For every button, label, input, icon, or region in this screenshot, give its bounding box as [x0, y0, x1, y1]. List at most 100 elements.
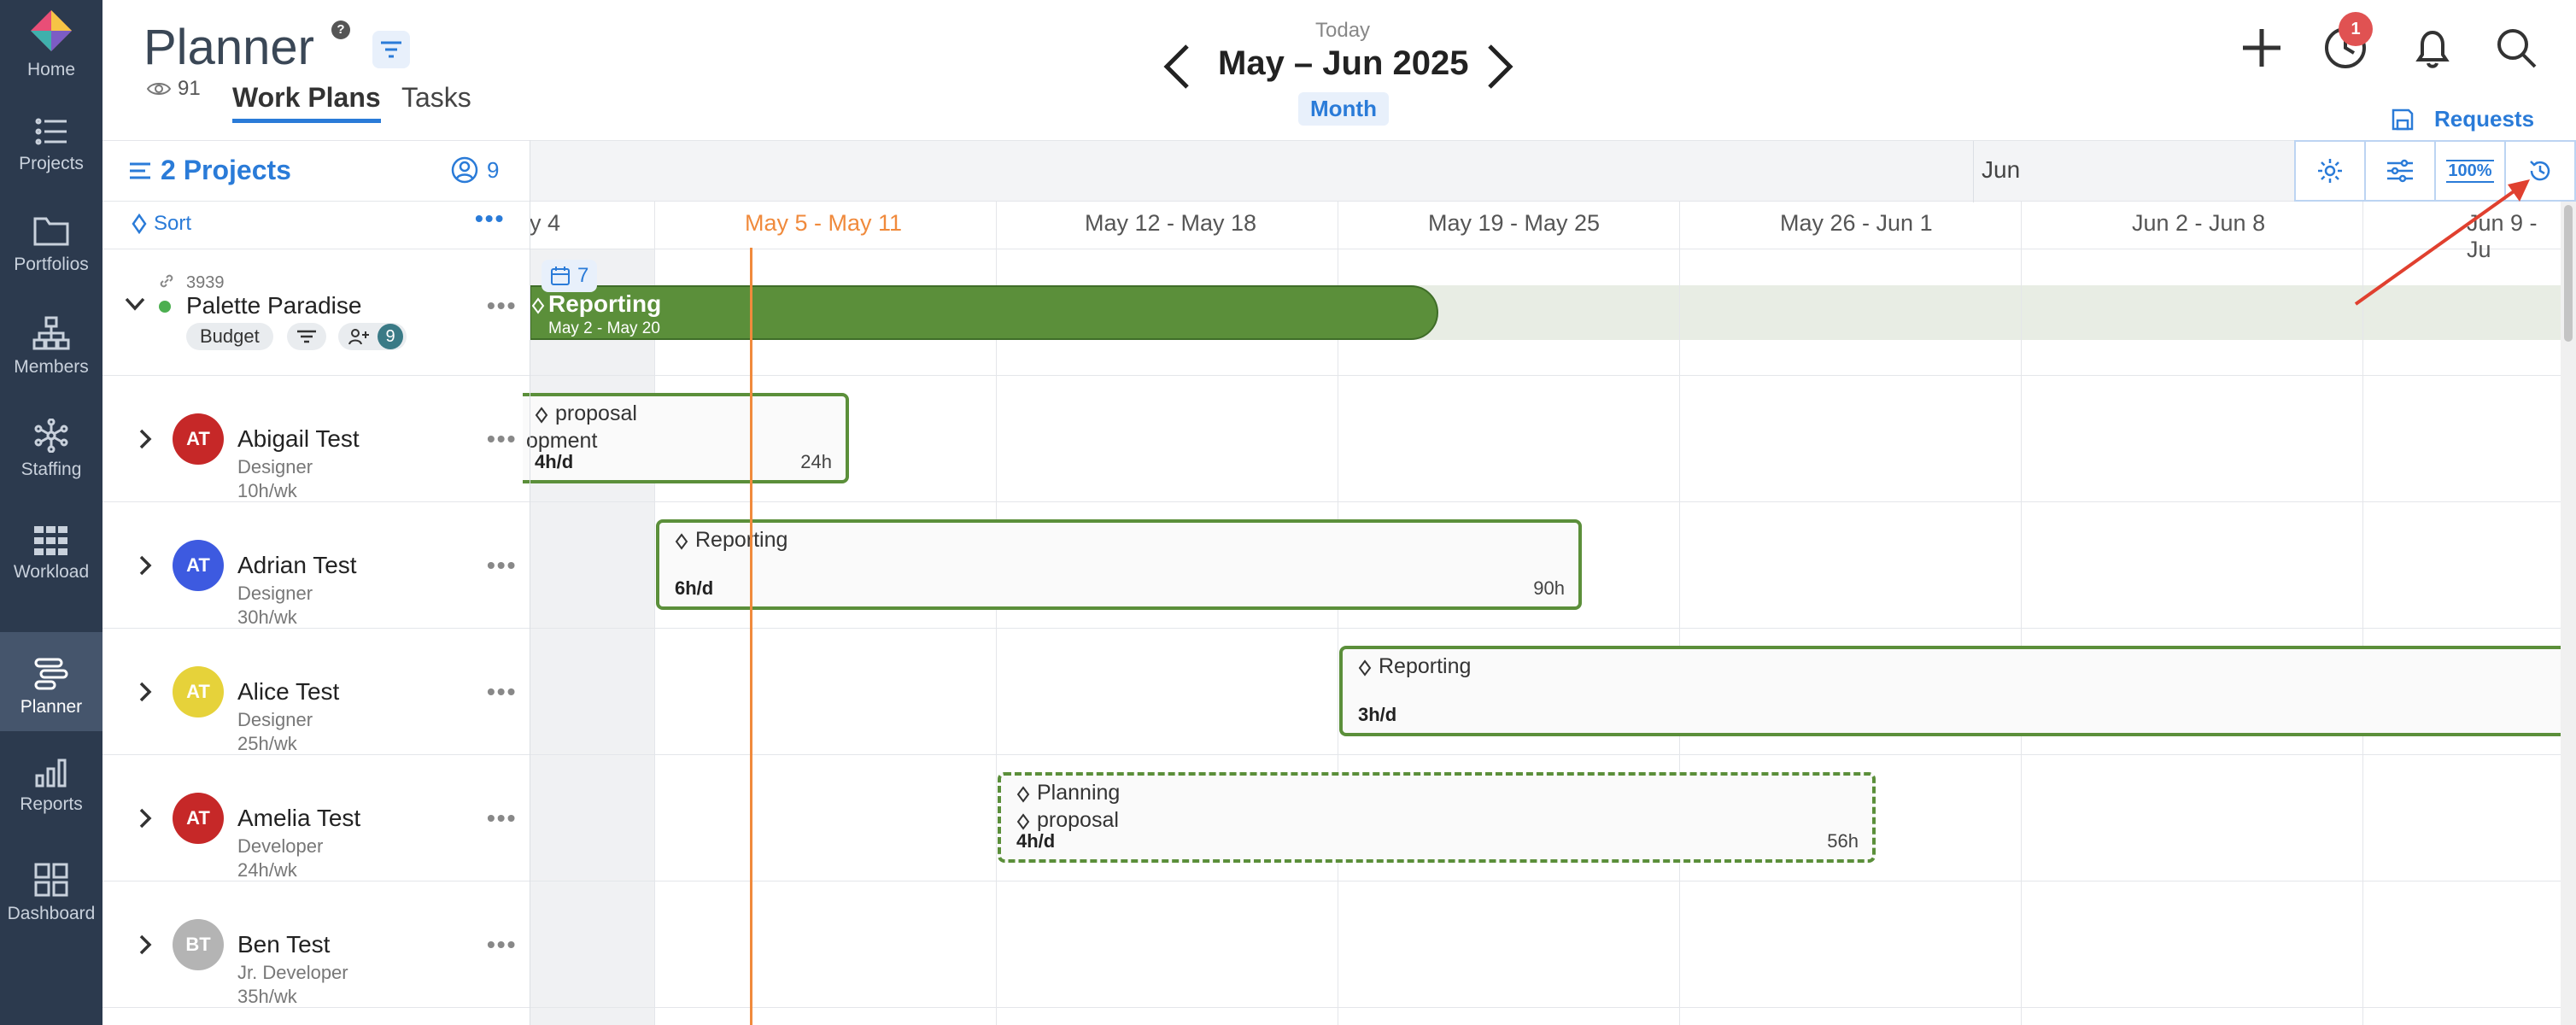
- today-button[interactable]: Today: [1315, 19, 1370, 43]
- sidebar-item-dashboard[interactable]: Dashboard: [0, 844, 102, 938]
- filter-icon: [297, 330, 316, 343]
- project-status-dot: [159, 301, 171, 313]
- member-name[interactable]: Amelia Test: [237, 805, 360, 832]
- plus-icon[interactable]: [2239, 26, 2284, 70]
- requests-label: Requests: [2434, 106, 2535, 132]
- member-more-icon[interactable]: •••: [487, 425, 517, 453]
- help-icon[interactable]: ?: [331, 20, 350, 39]
- member-more-icon[interactable]: •••: [487, 678, 517, 706]
- diamond-icon: [535, 407, 548, 424]
- sidebar-item-staffing[interactable]: Staffing: [0, 400, 102, 494]
- member-role: Jr. Developer: [237, 962, 348, 983]
- notification-badge: 1: [2339, 12, 2373, 46]
- member-name[interactable]: Abigail Test: [237, 425, 360, 453]
- work-plan-bar[interactable]: Reporting 3h/d: [1339, 646, 2562, 736]
- chevron-right-icon[interactable]: [138, 934, 152, 955]
- member-role: Developer: [237, 835, 324, 857]
- member-more-icon[interactable]: •••: [487, 931, 517, 958]
- more-options-icon[interactable]: •••: [475, 205, 505, 232]
- phase-bar-reporting[interactable]: Reporting May 2 - May 20: [530, 285, 1438, 340]
- timeline-header: Jun: [530, 140, 2576, 202]
- member-more-icon[interactable]: •••: [487, 552, 517, 579]
- grid-icon: [34, 526, 67, 555]
- granularity-selector[interactable]: Month: [1298, 92, 1389, 126]
- month-label: Jun: [1982, 156, 2021, 183]
- today-marker-line: [750, 248, 752, 1025]
- week-label: May 26 - Jun 1: [1780, 210, 1933, 236]
- member-name[interactable]: Alice Test: [237, 678, 339, 706]
- sidebar-item-label: Home: [26, 60, 76, 79]
- project-more-icon[interactable]: •••: [487, 292, 517, 319]
- work-plan-bar-tentative[interactable]: Planning proposal 4h/d 56h: [998, 772, 1876, 863]
- bar-label: Planning: [1037, 781, 1121, 805]
- sidebar-item-label: Workload: [13, 562, 90, 582]
- sidebar-item-members[interactable]: Members: [0, 297, 102, 391]
- chevron-right-icon[interactable]: [138, 682, 152, 702]
- chevron-down-icon[interactable]: [125, 297, 145, 311]
- filter-chip[interactable]: [287, 323, 326, 350]
- sidebar-item-workload[interactable]: Workload: [0, 502, 102, 596]
- chevron-left-icon[interactable]: [1162, 43, 1192, 91]
- search-icon[interactable]: [2494, 26, 2538, 70]
- chevron-right-icon[interactable]: [138, 808, 152, 829]
- list-icon: [35, 118, 67, 145]
- link-icon: [160, 274, 173, 288]
- menu-icon: [130, 162, 150, 179]
- user-circle-icon: [451, 156, 478, 184]
- diamond-icon: [531, 297, 545, 314]
- sort-label: Sort: [154, 212, 192, 235]
- work-plan-bar[interactable]: Reporting 6h/d 90h: [656, 519, 1582, 610]
- milestone-badge[interactable]: 7: [542, 260, 598, 292]
- member-count-value: 9: [487, 156, 500, 183]
- project-name[interactable]: Palette Paradise: [186, 292, 361, 319]
- scrollbar-thumb[interactable]: [2564, 205, 2573, 342]
- bar-chart-icon: [35, 758, 67, 788]
- filter-button[interactable]: [372, 31, 410, 68]
- sidebar-item-home[interactable]: Home: [0, 0, 102, 94]
- header: Planner ? 91 Work Plans Tasks Today May …: [102, 0, 2576, 140]
- project-id: 3939: [186, 273, 225, 292]
- view-count: 91: [147, 77, 201, 101]
- bell-icon[interactable]: [2410, 26, 2455, 70]
- member-row[interactable]: [102, 882, 2562, 1008]
- date-range-title: May – Jun 2025: [1218, 44, 1469, 82]
- sidebar-item-projects[interactable]: Projects: [0, 94, 102, 188]
- member-name[interactable]: Adrian Test: [237, 552, 357, 579]
- sidebar-item-planner[interactable]: Planner: [0, 632, 102, 731]
- budget-chip[interactable]: Budget: [186, 323, 273, 350]
- member-capacity: 35h/wk: [237, 986, 297, 1007]
- home-logo-icon: [31, 10, 72, 51]
- diamond-icon: [1016, 813, 1030, 830]
- week-label-current: May 5 - May 11: [745, 210, 903, 236]
- calendar-icon: [551, 266, 570, 285]
- add-member-chip[interactable]: 9: [338, 323, 407, 350]
- member-name[interactable]: Ben Test: [237, 931, 330, 958]
- tab-work-plans[interactable]: Work Plans: [232, 82, 381, 123]
- week-label: Jun 2 - Jun 8: [2132, 210, 2266, 236]
- member-count[interactable]: 9: [451, 156, 499, 184]
- member-capacity: 10h/wk: [237, 480, 297, 501]
- requests-button[interactable]: Requests: [2392, 106, 2534, 132]
- week-header-row: y 4 May 5 - May 11 May 12 - May 18 May 1…: [530, 202, 2562, 262]
- sidebar-item-portfolios[interactable]: Portfolios: [0, 195, 102, 289]
- chevron-right-icon[interactable]: [138, 429, 152, 449]
- work-plan-bar[interactable]: proposal opment 4h/d 24h: [523, 393, 849, 483]
- sidebar-item-label: Members: [14, 357, 89, 377]
- projects-toggle[interactable]: 2 Projects: [130, 155, 291, 186]
- phase-name: Reporting: [548, 290, 662, 317]
- bar-rate: 4h/d: [535, 451, 574, 472]
- sidebar-item-label: Planner: [20, 697, 83, 717]
- chevron-right-icon[interactable]: [138, 555, 152, 576]
- org-chart-icon: [32, 316, 70, 350]
- projects-count-label: 2 Projects: [161, 155, 291, 185]
- member-role: Designer: [237, 456, 313, 477]
- member-row[interactable]: [102, 376, 2562, 502]
- bar-label: Reporting: [1379, 654, 1472, 678]
- save-icon: [2392, 108, 2414, 130]
- chevron-right-icon[interactable]: [1484, 43, 1515, 91]
- member-more-icon[interactable]: •••: [487, 805, 517, 832]
- week-label: May 12 - May 18: [1085, 210, 1257, 236]
- sort-button[interactable]: Sort: [132, 212, 191, 236]
- tab-tasks[interactable]: Tasks: [401, 82, 471, 114]
- sidebar-item-reports[interactable]: Reports: [0, 735, 102, 829]
